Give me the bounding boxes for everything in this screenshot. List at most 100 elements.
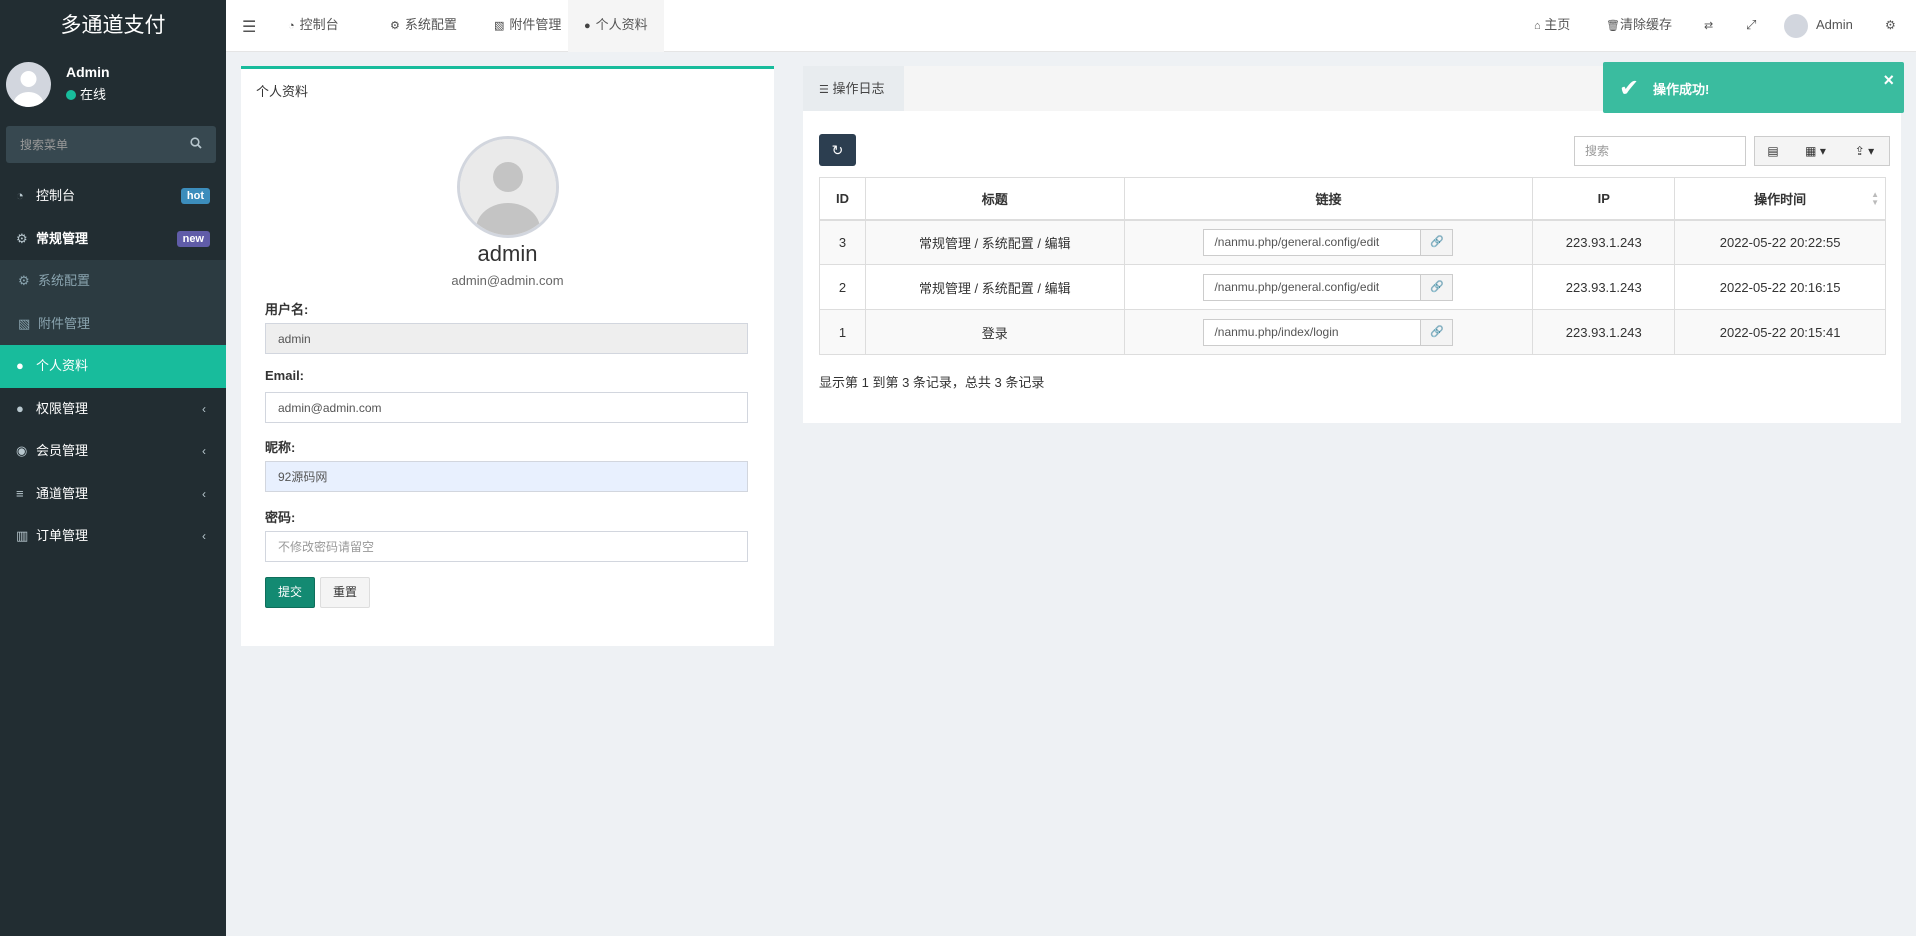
menu-toggle-icon[interactable]: ☰	[242, 17, 256, 37]
sidebar-item-config[interactable]: ⚙ 系统配置	[0, 260, 226, 303]
tab-label: 操作日志	[832, 81, 885, 96]
link-button[interactable]: 🔗	[1421, 273, 1454, 301]
cogs-icon: ⚙	[16, 230, 28, 246]
dashboard-icon: ◔	[288, 20, 295, 32]
cell-title: 常规管理 / 系统配置 / 编辑	[864, 264, 1125, 310]
cell-url: /nanmu.php/index/login 🔗	[1123, 309, 1534, 355]
user-menu[interactable]: Admin	[1784, 0, 1853, 52]
cell-id: 2	[819, 264, 866, 310]
tab-profile[interactable]: ● 个人资料	[568, 0, 664, 52]
fullscreen-icon: ⤢	[1746, 17, 1757, 32]
profile-panel: 个人资料 admin admin@admin.com 用户名: Email: 昵…	[241, 66, 774, 646]
export-button[interactable]: ⇪ ▾	[1840, 136, 1890, 166]
sidebar: 多通道支付 Admin 在线 ◔ 控制台 hot ⚙ 常规管理 new ⚙ 系统配置 ▧ 附…	[0, 0, 226, 936]
tab-operation-log[interactable]: ☰ 操作日志	[803, 66, 904, 111]
link-button[interactable]: 🔗	[1421, 228, 1454, 256]
user-status: 在线	[66, 84, 106, 103]
column-header-time[interactable]: 操作时间 ▲ ▼	[1674, 177, 1886, 221]
column-header-title[interactable]: 标题	[864, 177, 1125, 221]
column-header-label: 操作时间	[1754, 191, 1807, 207]
sidebar-item-channel[interactable]: ≡ 通道管理 ‹	[0, 473, 226, 516]
nickname-label: 昵称:	[265, 440, 296, 455]
tab-dashboard[interactable]: ◔ 控制台	[272, 0, 355, 52]
sidebar-item-profile[interactable]: ● 个人资料	[0, 345, 226, 388]
close-icon[interactable]: ×	[1883, 70, 1894, 91]
sidebar-menu: ◔ 控制台 hot ⚙ 常规管理 new ⚙ 系统配置 ▧ 附件管理 ● 个人资料 ● 权限管理…	[0, 175, 226, 558]
menu-search	[6, 126, 216, 163]
user-circle-icon: ◉	[16, 443, 28, 458]
sidebar-item-label: 会员管理	[36, 443, 89, 458]
list-icon: ☰	[819, 84, 829, 96]
url-field[interactable]: /nanmu.php/general.config/edit	[1203, 228, 1422, 256]
cell-time: 2022-05-22 20:15:41	[1674, 309, 1886, 355]
home-icon: ⌂	[1534, 20, 1541, 32]
list-icon: ≡	[16, 485, 24, 501]
sidebar-item-order[interactable]: ▥ 订单管理 ‹	[0, 515, 226, 558]
profile-avatar[interactable]	[457, 136, 559, 238]
dashboard-icon: ◔	[16, 188, 24, 203]
url-field[interactable]: /nanmu.php/general.config/edit	[1203, 273, 1422, 301]
toggle-view-button[interactable]: ▤	[1754, 136, 1792, 166]
link-button[interactable]: 🔗	[1421, 318, 1454, 346]
cell-title: 常规管理 / 系统配置 / 编辑	[864, 219, 1125, 265]
url-field[interactable]: /nanmu.php/index/login	[1203, 318, 1422, 346]
gear-icon: ⚙	[390, 20, 400, 32]
brand-title[interactable]: 多通道支付	[0, 0, 226, 52]
menu-search-input[interactable]	[6, 126, 216, 163]
cell-id: 1	[819, 309, 866, 355]
email-label: Email:	[265, 368, 305, 383]
table-search-input[interactable]	[1574, 136, 1746, 166]
password-label: 密码:	[265, 510, 296, 525]
column-header-id[interactable]: ID	[819, 177, 866, 221]
sidebar-item-auth[interactable]: ● 权限管理 ‹	[0, 388, 226, 431]
table-row[interactable]: 3 常规管理 / 系统配置 / 编辑 /nanmu.php/general.co…	[819, 219, 1886, 265]
nickname-field[interactable]	[265, 461, 748, 492]
sidebar-item-label: 权限管理	[36, 400, 89, 416]
file-image-icon: ▧	[494, 20, 505, 32]
tab-label: 个人资料	[595, 17, 648, 32]
table-row[interactable]: 1 登录 /nanmu.php/index/login 🔗 223.93.1.24…	[819, 309, 1886, 355]
username-label: 用户名:	[265, 302, 309, 317]
sidebar-item-general[interactable]: ⚙ 常规管理 new	[0, 218, 226, 261]
sidebar-item-attachment[interactable]: ▧ 附件管理	[0, 302, 226, 345]
status-label: 在线	[80, 87, 107, 102]
search-icon[interactable]	[190, 137, 202, 152]
cell-ip: 223.93.1.243	[1532, 219, 1676, 265]
cell-id: 3	[819, 219, 866, 265]
table-header-row: ID 标题 链接 IP 操作时间 ▲ ▼	[819, 177, 1886, 221]
link-icon: 🔗	[1430, 325, 1444, 338]
pagination-info: 显示第 1 到第 3 条记录，总共 3 条记录	[819, 375, 1045, 390]
sidebar-item-label: 通道管理	[36, 485, 89, 501]
home-link[interactable]: ⌂ 主页	[1534, 0, 1570, 52]
user-name: Admin	[66, 64, 110, 80]
url-input-group: /nanmu.php/index/login 🔗	[1203, 318, 1454, 346]
tab-config[interactable]: ⚙ 系统配置	[374, 0, 473, 52]
email-field[interactable]	[265, 392, 748, 423]
profile-name: admin	[477, 241, 538, 266]
clear-cache-link[interactable]: 🗑清除缓存	[1606, 0, 1672, 52]
column-header-url[interactable]: 链接	[1123, 177, 1534, 221]
reset-button[interactable]: 重置	[320, 577, 371, 608]
sidebar-item-member[interactable]: ◉ 会员管理 ‹	[0, 430, 226, 473]
username-field[interactable]	[265, 323, 748, 354]
sidebar-item-dashboard[interactable]: ◔ 控制台 hot	[0, 175, 226, 218]
submit-button[interactable]: 提交	[265, 577, 316, 608]
cell-url: /nanmu.php/general.config/edit 🔗	[1123, 264, 1534, 310]
control-sidebar-toggle[interactable]: ⚙	[1885, 0, 1896, 52]
refresh-button[interactable]: ↻	[819, 134, 856, 166]
link-icon: 🔗	[1430, 280, 1444, 293]
cell-ip: 223.93.1.243	[1532, 309, 1676, 355]
table-row[interactable]: 2 常规管理 / 系统配置 / 编辑 /nanmu.php/general.co…	[819, 264, 1886, 310]
language-toggle[interactable]: ⇄	[1704, 0, 1713, 52]
log-panel: ☰ 操作日志 ↻ ▤ ▦ ▾ ⇪ ▾ ID 标题 链接 IP 操作时间 ▲▼ 3 …	[803, 66, 1901, 423]
fullscreen-toggle[interactable]: ⤢	[1746, 0, 1756, 52]
export-icon: ⇪ ▾	[1854, 144, 1875, 158]
password-field[interactable]	[265, 531, 748, 562]
tab-attachment[interactable]: ▧ 附件管理	[478, 0, 577, 52]
new-badge: new	[176, 230, 210, 247]
user-menu-label: Admin	[1816, 17, 1853, 32]
columns-button[interactable]: ▦ ▾	[1791, 136, 1841, 166]
user-icon: ●	[16, 358, 24, 373]
column-header-ip[interactable]: IP	[1532, 177, 1676, 221]
cell-url: /nanmu.php/general.config/edit 🔗	[1123, 219, 1534, 265]
